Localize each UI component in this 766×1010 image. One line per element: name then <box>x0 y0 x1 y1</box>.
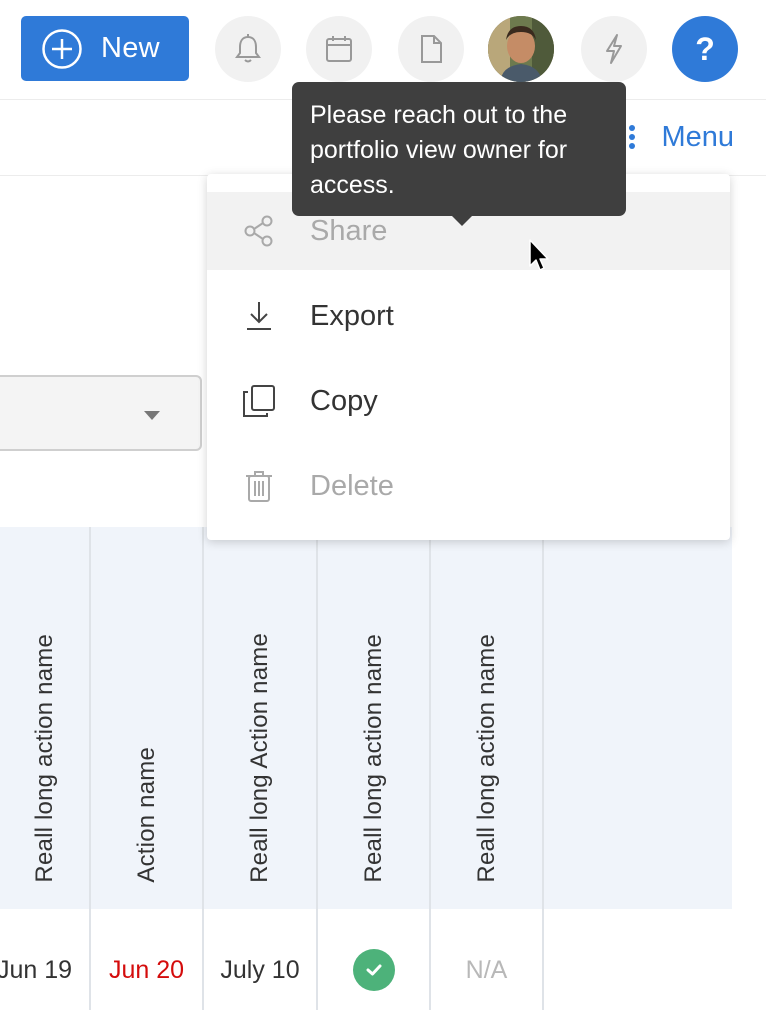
menu-item-label: Share <box>310 214 388 247</box>
view-actions-menu: Share Export Copy Delete <box>207 174 730 540</box>
document-icon <box>421 35 442 63</box>
bell-icon <box>235 34 261 63</box>
avatar[interactable] <box>488 16 554 82</box>
plus-circle-icon <box>42 28 82 69</box>
mouse-cursor-icon <box>529 239 549 271</box>
download-icon <box>247 302 271 330</box>
table-cell-date[interactable]: Jun 19 <box>0 940 89 1000</box>
documents-button[interactable] <box>398 16 464 82</box>
column-header[interactable]: Reall long Action name <box>204 527 316 909</box>
table-cell-date-late[interactable]: Jun 20 <box>91 940 202 1000</box>
calendar-button[interactable] <box>306 16 372 82</box>
kebab-icon <box>629 125 636 149</box>
copy-icon <box>243 385 275 417</box>
menu-item-label: Delete <box>310 469 394 502</box>
calendar-icon <box>326 36 352 62</box>
trash-icon <box>246 471 272 502</box>
notifications-button[interactable] <box>215 16 281 82</box>
new-button[interactable]: New <box>21 16 189 81</box>
user-photo-icon <box>488 16 554 82</box>
column-header[interactable]: Reall long action name <box>318 527 429 909</box>
share-icon <box>244 215 273 247</box>
table-cell-complete[interactable] <box>318 940 429 1000</box>
menu-button[interactable]: Menu <box>625 120 734 154</box>
view-select[interactable] <box>0 375 202 451</box>
menu-label: Menu <box>661 120 734 153</box>
access-tooltip: Please reach out to the portfolio view o… <box>292 82 626 226</box>
activity-button[interactable] <box>581 16 647 82</box>
column-divider <box>542 527 544 1010</box>
new-button-label: New <box>101 32 160 64</box>
help-button[interactable]: ? <box>672 16 738 82</box>
menu-item-copy[interactable]: Copy <box>207 362 730 440</box>
caret-down-icon <box>144 411 160 420</box>
lightning-icon <box>606 34 622 64</box>
menu-item-export[interactable]: Export <box>207 277 730 355</box>
table-cell-date[interactable]: July 10 <box>204 940 316 1000</box>
menu-item-label: Copy <box>310 384 378 417</box>
menu-item-delete[interactable]: Delete <box>207 447 730 525</box>
column-header[interactable]: Reall long action name <box>431 527 542 909</box>
column-header[interactable]: Action name <box>91 527 202 909</box>
check-circle-icon <box>352 949 395 991</box>
table-cell-na[interactable]: N/A <box>431 940 542 1000</box>
menu-item-label: Export <box>310 299 394 332</box>
column-header[interactable]: Reall long action name <box>0 527 89 909</box>
